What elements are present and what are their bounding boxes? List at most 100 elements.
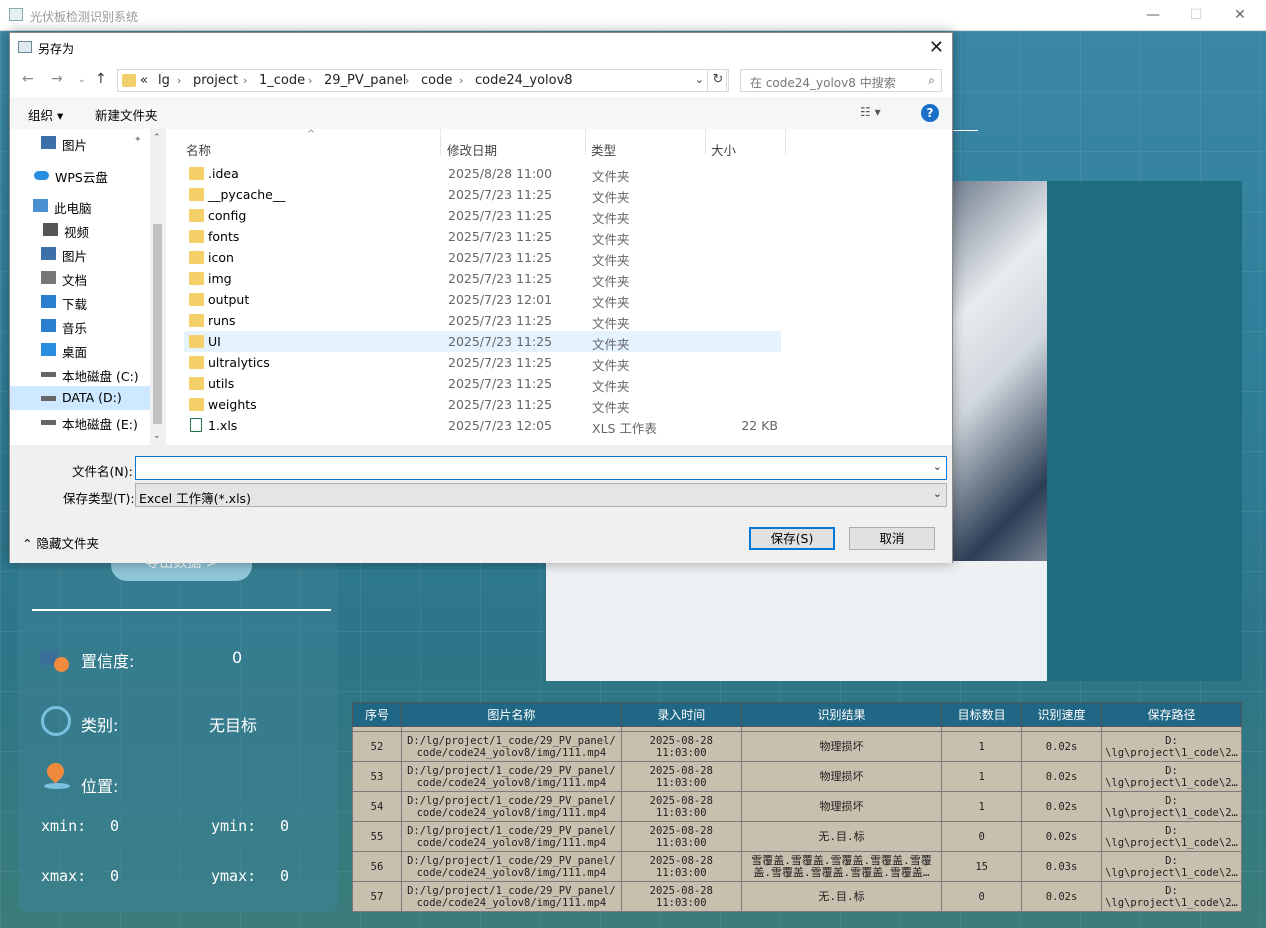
col-header-image-name[interactable]: 图片名称 xyxy=(400,702,622,727)
image-background xyxy=(1047,181,1242,681)
cell-path: D: \lg\project\1_code\2… xyxy=(1100,791,1243,822)
col-header-count[interactable]: 目标数目 xyxy=(941,702,1023,727)
table-row[interactable]: 56 D:/lg/project/1_code/29_PV_panel/code/… xyxy=(352,851,1243,882)
table-row[interactable]: 53 D:/lg/project/1_code/29_PV_panel/code/… xyxy=(352,761,1243,792)
view-options-icon[interactable]: ☷ ▾ xyxy=(860,105,881,119)
col-header-path[interactable]: 保存路径 xyxy=(1100,702,1243,727)
nav-item[interactable]: 下载 xyxy=(10,290,150,314)
nav-item[interactable]: 视频 xyxy=(10,218,150,242)
breadcrumb-chevron-icon[interactable]: › xyxy=(563,74,567,87)
file-row[interactable]: output 2025/7/23 12:01 文件夹 xyxy=(184,289,781,310)
location-icon xyxy=(43,759,70,791)
breadcrumb-item[interactable]: 29_PV_panel xyxy=(324,73,406,88)
search-input[interactable]: 在 code24_yolov8 中搜索 ⌕ xyxy=(740,69,942,92)
breadcrumb-chevron-icon[interactable]: › xyxy=(177,74,181,87)
file-row[interactable]: weights 2025/7/23 11:25 文件夹 xyxy=(184,394,781,415)
up-arrow-icon[interactable]: ↑ xyxy=(95,71,107,87)
file-row[interactable]: config 2025/7/23 11:25 文件夹 xyxy=(184,205,781,226)
file-row[interactable]: 1.xls 2025/7/23 12:05 XLS 工作表 22 KB xyxy=(184,415,781,436)
info-panel xyxy=(18,560,338,912)
refresh-icon[interactable]: ↻ xyxy=(707,69,729,92)
breadcrumb-chevron-icon[interactable]: › xyxy=(243,74,247,87)
col-name[interactable]: 名称 xyxy=(186,140,211,159)
file-row[interactable]: .idea 2025/8/28 11:00 文件夹 xyxy=(184,163,781,184)
nav-scrollbar[interactable]: ⌃ ⌄ xyxy=(150,129,165,445)
filename-input[interactable]: ⌄ xyxy=(135,456,947,480)
cell-speed: 0.02s xyxy=(1021,791,1102,822)
col-size[interactable]: 大小 xyxy=(711,140,736,159)
pictures-icon xyxy=(41,136,56,149)
nav-item[interactable]: 本地磁盘 (C:) xyxy=(10,362,150,386)
filetype-select[interactable]: Excel 工作簿(*.xls) ⌄ xyxy=(135,483,947,507)
breadcrumb-chevron-icon[interactable]: › xyxy=(459,74,463,87)
file-row[interactable]: ultralytics 2025/7/23 11:25 文件夹 xyxy=(184,352,781,373)
class-label: 类别: xyxy=(81,716,119,735)
breadcrumb-chevron-icon[interactable]: › xyxy=(308,74,312,87)
hide-folders-toggle[interactable]: ⌃ 隐藏文件夹 xyxy=(22,533,99,552)
forward-arrow-icon[interactable]: → xyxy=(51,71,63,87)
col-header-time[interactable]: 录入时间 xyxy=(620,702,742,727)
breadcrumb-item[interactable]: 1_code xyxy=(259,73,305,88)
address-dropdown-icon[interactable]: ⌄ xyxy=(695,73,704,86)
file-row[interactable]: UI 2025/7/23 11:25 文件夹 xyxy=(184,331,781,352)
save-button[interactable]: 保存(S) xyxy=(749,527,835,550)
nav-item[interactable]: 图片 xyxy=(10,242,150,266)
file-row[interactable]: fonts 2025/7/23 11:25 文件夹 xyxy=(184,226,781,247)
nav-item[interactable]: 音乐 xyxy=(10,314,150,338)
filename-dropdown-icon[interactable]: ⌄ xyxy=(933,460,942,473)
file-type: 文件夹 xyxy=(592,253,630,268)
col-date[interactable]: 修改日期 xyxy=(447,140,497,159)
table-row[interactable]: 52 D:/lg/project/1_code/29_PV_panel/code/… xyxy=(352,731,1243,762)
col-header-speed[interactable]: 识别速度 xyxy=(1021,702,1102,727)
nav-item-label: 本地磁盘 (E:) xyxy=(62,417,138,432)
minimize-button[interactable]: — xyxy=(1143,5,1163,25)
drive-icon xyxy=(41,372,56,377)
file-row[interactable]: utils 2025/7/23 11:25 文件夹 xyxy=(184,373,781,394)
breadcrumb-chevron-icon[interactable]: › xyxy=(405,74,409,87)
new-folder-button[interactable]: 新建文件夹 xyxy=(95,105,158,124)
file-date: 2025/7/23 11:25 xyxy=(448,250,553,265)
music-icon xyxy=(41,319,56,332)
table-row[interactable]: 55 D:/lg/project/1_code/29_PV_panel/code/… xyxy=(352,821,1243,852)
help-icon[interactable]: ? xyxy=(921,104,939,122)
nav-scrollbar-thumb[interactable] xyxy=(153,224,162,424)
breadcrumb-item[interactable]: code xyxy=(421,73,452,88)
address-bar[interactable]: ⌄ «lg › project › 1_code › 29_PV_panel › code › co… xyxy=(117,69,727,92)
nav-item[interactable]: 桌面 xyxy=(10,338,150,362)
nav-item[interactable]: 文档 xyxy=(10,266,150,290)
file-name: icon xyxy=(208,250,234,265)
file-row[interactable]: img 2025/7/23 11:25 文件夹 xyxy=(184,268,781,289)
table-row[interactable]: 54 D:/lg/project/1_code/29_PV_panel/code/… xyxy=(352,791,1243,822)
breadcrumb-item[interactable]: « xyxy=(140,73,148,88)
breadcrumb-item[interactable]: project xyxy=(193,73,238,88)
close-app-button[interactable]: ✕ xyxy=(1230,5,1250,25)
back-arrow-icon[interactable]: ← xyxy=(22,71,34,87)
nav-item[interactable]: 此电脑 xyxy=(10,194,150,218)
nav-item[interactable]: 图片 ✦ xyxy=(10,131,150,155)
folder-icon xyxy=(189,251,204,264)
folder-icon xyxy=(189,209,204,222)
folder-icon xyxy=(189,272,204,285)
nav-item[interactable]: DATA (D:) xyxy=(10,386,150,410)
table-row[interactable]: 57 D:/lg/project/1_code/29_PV_panel/code/… xyxy=(352,881,1243,912)
file-date: 2025/7/23 11:25 xyxy=(448,334,553,349)
cell-id: 56 xyxy=(352,851,402,882)
col-type[interactable]: 类型 xyxy=(591,140,616,159)
nav-item[interactable]: 本地磁盘 (E:) xyxy=(10,410,150,434)
dialog-close-icon[interactable]: ✕ xyxy=(929,37,944,58)
col-header-result[interactable]: 识别结果 xyxy=(740,702,943,727)
organize-button[interactable]: 组织 ▾ xyxy=(28,105,63,124)
recent-chevron-icon[interactable]: ⌄ xyxy=(78,75,86,85)
file-row[interactable]: icon 2025/7/23 11:25 文件夹 xyxy=(184,247,781,268)
breadcrumb-item[interactable]: lg xyxy=(158,73,170,88)
cell-image-name: D:/lg/project/1_code/29_PV_panel/code/co… xyxy=(400,731,622,762)
file-row[interactable]: runs 2025/7/23 11:25 文件夹 xyxy=(184,310,781,331)
cancel-button[interactable]: 取消 xyxy=(849,527,935,550)
breadcrumb-item[interactable]: code24_yolov8 xyxy=(475,73,573,88)
file-name: weights xyxy=(208,397,257,412)
col-header-id[interactable]: 序号 xyxy=(352,702,402,727)
filetype-value: Excel 工作簿(*.xls) xyxy=(139,491,251,506)
maximize-button[interactable]: ☐ xyxy=(1186,5,1206,25)
nav-item[interactable]: WPS云盘 xyxy=(10,163,150,187)
file-row[interactable]: __pycache__ 2025/7/23 11:25 文件夹 xyxy=(184,184,781,205)
